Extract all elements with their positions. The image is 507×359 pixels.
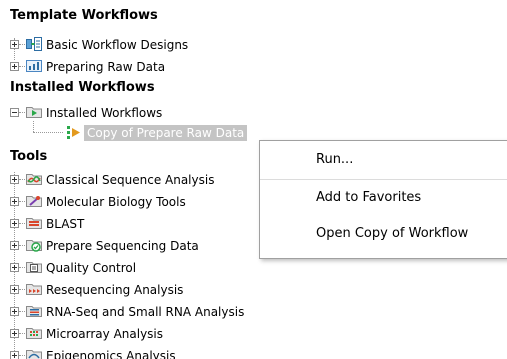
prepare-sequencing-icon (26, 240, 42, 252)
tree-item-quality-control[interactable]: Quality Control (46, 260, 136, 276)
chart-folder-icon (26, 60, 42, 72)
workflows-tree-panel: Template Workflows Basic Workflow Design… (0, 0, 507, 359)
folder-workflow-icon (26, 107, 42, 118)
tree-item-classical-sequence-analysis[interactable]: Classical Sequence Analysis (46, 172, 214, 188)
expand-epigenomics-analysis[interactable] (10, 351, 19, 359)
tree-connector (19, 289, 25, 290)
menu-item-run[interactable]: Run... (316, 151, 353, 169)
expand-molecular-biology-tools[interactable] (10, 197, 19, 206)
tree-connector (19, 223, 25, 224)
expand-resequencing-analysis[interactable] (10, 285, 19, 294)
tree-item-preparing-raw-data[interactable]: Preparing Raw Data (46, 59, 165, 75)
template-workflows-heading: Template Workflows (10, 8, 158, 23)
tree-item-epigenomics-analysis[interactable]: Epigenomics Analysis (46, 348, 176, 359)
installed-workflows-heading: Installed Workflows (10, 80, 155, 95)
tree-item-molecular-biology-tools[interactable]: Molecular Biology Tools (46, 194, 186, 210)
tree-connector (19, 311, 25, 312)
tree-connector (33, 132, 63, 133)
tree-connector (19, 267, 25, 268)
menu-item-open-copy-of-workflow[interactable]: Open Copy of Workflow (316, 225, 468, 243)
collapse-installed-workflows[interactable] (10, 108, 19, 117)
tree-item-resequencing-analysis[interactable]: Resequencing Analysis (46, 282, 183, 298)
tree-item-microarray-analysis[interactable]: Microarray Analysis (46, 326, 163, 342)
tree-connector (33, 121, 34, 132)
tree-connector (19, 179, 25, 180)
epigenomics-icon (26, 350, 42, 359)
context-menu: Run... Add to Favorites Open Copy of Wor… (259, 140, 507, 259)
expand-microarray-analysis[interactable] (10, 329, 19, 338)
expand-blast[interactable] (10, 219, 19, 228)
resequencing-icon (26, 284, 42, 295)
tree-connector (19, 201, 25, 202)
tools-heading: Tools (10, 149, 48, 164)
workflow-designs-icon (26, 37, 42, 51)
sequence-analysis-icon (26, 174, 42, 185)
expand-rna-seq-analysis[interactable] (10, 307, 19, 316)
tree-connector (19, 355, 25, 356)
expand-prepare-sequencing-data[interactable] (10, 241, 19, 250)
tree-connector (19, 333, 25, 334)
quality-control-icon (26, 262, 42, 273)
menu-separator (260, 179, 507, 180)
tree-connector (19, 66, 25, 67)
molecular-biology-icon (26, 196, 42, 207)
expand-basic-workflow-designs[interactable] (10, 40, 19, 49)
tree-item-blast[interactable]: BLAST (46, 216, 84, 232)
tree-connector (19, 112, 25, 113)
expand-preparing-raw-data[interactable] (10, 62, 19, 71)
tree-connector (19, 245, 25, 246)
tree-connector (19, 44, 25, 45)
tree-item-rna-seq-analysis[interactable]: RNA-Seq and Small RNA Analysis (46, 304, 244, 320)
tree-item-installed-workflows[interactable]: Installed Workflows (46, 105, 162, 121)
tree-item-prepare-sequencing-data[interactable]: Prepare Sequencing Data (46, 238, 199, 254)
expand-classical-sequence-analysis[interactable] (10, 175, 19, 184)
rna-seq-icon (26, 306, 42, 317)
tree-item-basic-workflow-designs[interactable]: Basic Workflow Designs (46, 37, 188, 53)
menu-item-add-to-favorites[interactable]: Add to Favorites (316, 189, 421, 207)
workflow-item-icon (67, 126, 80, 139)
microarray-icon (26, 328, 42, 339)
blast-icon (26, 218, 42, 229)
expand-quality-control[interactable] (10, 263, 19, 272)
tree-item-copy-of-prepare-raw-data[interactable]: Copy of Prepare Raw Data (84, 125, 248, 141)
